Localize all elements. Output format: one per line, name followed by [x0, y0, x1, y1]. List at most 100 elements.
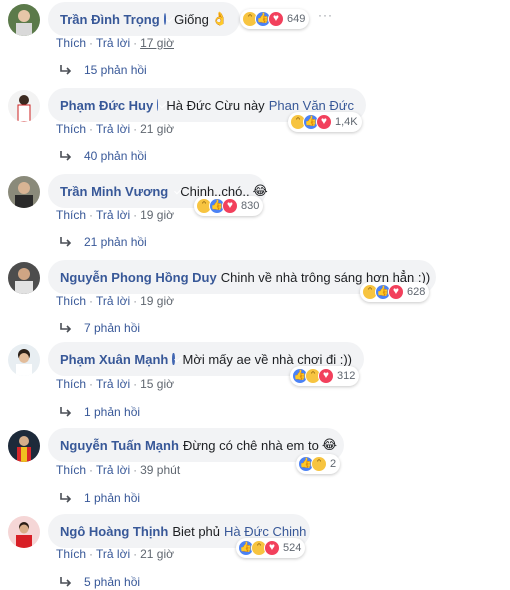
reaction-count: 1,4K	[335, 116, 358, 128]
like-link[interactable]: Thích	[56, 122, 86, 136]
reaction-summary[interactable]: 👍 ᵔ ♥ 312	[290, 366, 360, 386]
reaction-summary[interactable]: ᵔ 👍 ♥ 830	[194, 196, 264, 216]
haha-reaction-icon: ᵔ	[311, 456, 327, 472]
reaction-count: 830	[241, 200, 260, 212]
love-reaction-icon: ♥	[318, 368, 334, 384]
reaction-summary[interactable]: ᵔ 👍 ♥ 649	[240, 9, 310, 29]
reply-arrow-icon	[60, 151, 72, 161]
reaction-count: 312	[337, 370, 356, 382]
avatar[interactable]	[8, 262, 40, 294]
view-replies-link[interactable]: 5 phản hồi	[60, 575, 140, 589]
comment-actions: Thích · Trả lời · 17 giờ	[56, 36, 174, 50]
reaction-count: 2	[330, 458, 337, 470]
more-options-icon[interactable]: ···	[318, 8, 333, 22]
reaction-count: 628	[407, 286, 426, 298]
like-link[interactable]: Thích	[56, 547, 86, 561]
love-reaction-icon: ♥	[388, 284, 404, 300]
view-replies-link[interactable]: 1 phản hồi	[60, 491, 140, 505]
comment: Trần Đình Trọng Giống 👌 ᵔ 👍 ♥ 649 ··· Th…	[0, 0, 510, 86]
comment-actions: Thích · Trả lời · 39 phút	[56, 463, 181, 477]
reply-arrow-icon	[60, 323, 72, 333]
comment-actions: Thích · Trả lời · 19 giờ	[56, 294, 174, 308]
comment-actions: Thích · Trả lời · 19 giờ	[56, 208, 174, 222]
verified-badge-icon	[172, 353, 175, 365]
mention-link[interactable]: Hà Đức Chinh	[224, 524, 306, 539]
love-reaction-icon: ♥	[268, 11, 284, 27]
like-link[interactable]: Thích	[56, 294, 86, 308]
replies-count: 1 phản hồi	[84, 491, 141, 505]
reply-link[interactable]: Trả lời	[96, 208, 130, 222]
like-link[interactable]: Thích	[56, 208, 86, 222]
comment: Ngô Hoàng Thịnh Biet phủ Hà Đức Chinh 👍 …	[0, 514, 510, 590]
comment: Nguyễn Tuấn Mạnh Đừng có chê nhà em to 😂…	[0, 428, 510, 514]
reply-arrow-icon	[60, 493, 72, 503]
replies-count: 15 phản hồi	[84, 63, 147, 77]
comment-text: Biet phủ	[172, 523, 221, 539]
comment-bubble: Trần Đình Trọng Giống 👌	[48, 2, 240, 36]
commenter-name[interactable]: Phạm Xuân Mạnh	[60, 352, 168, 367]
commenter-name[interactable]: Phạm Đức Huy	[60, 98, 153, 113]
view-replies-link[interactable]: 21 phản hồi	[60, 235, 147, 249]
reaction-summary[interactable]: ᵔ 👍 ♥ 1,4K	[288, 112, 362, 132]
comment-text: Hà Đức Cừu này	[166, 97, 265, 113]
comment-time[interactable]: 21 giờ	[140, 547, 174, 561]
verified-badge-icon	[163, 13, 167, 25]
replies-count: 7 phản hồi	[84, 321, 141, 335]
comment: Phạm Đức Huy Hà Đức Cừu này Phan Văn Đức…	[0, 86, 510, 172]
comment-actions: Thích · Trả lời · 15 giờ	[56, 377, 174, 391]
view-replies-link[interactable]: 15 phản hồi	[60, 63, 147, 77]
avatar[interactable]	[8, 516, 40, 548]
comment: Phạm Xuân Mạnh Mời mấy ae về nhà chơi đi…	[0, 342, 510, 430]
comment-actions: Thích · Trả lời · 21 giờ	[56, 122, 174, 136]
mention-link[interactable]: Phan Văn Đức	[269, 98, 354, 113]
comment-time[interactable]: 19 giờ	[140, 208, 174, 222]
view-replies-link[interactable]: 7 phản hồi	[60, 321, 140, 335]
love-reaction-icon: ♥	[264, 540, 280, 556]
reaction-summary[interactable]: 👍 ᵔ 2	[296, 454, 341, 474]
reply-link[interactable]: Trả lời	[96, 377, 130, 391]
comment: Nguyễn Phong Hồng Duy Chinh về nhà trông…	[0, 258, 510, 344]
view-replies-link[interactable]: 1 phản hồi	[60, 405, 140, 419]
reply-arrow-icon	[60, 577, 72, 587]
comment-time[interactable]: 21 giờ	[140, 122, 174, 136]
reaction-summary[interactable]: 👍 ᵔ ♥ 524	[236, 538, 306, 558]
love-reaction-icon: ♥	[316, 114, 332, 130]
comment-text: Giống	[174, 11, 209, 27]
avatar[interactable]	[8, 4, 40, 36]
reaction-summary[interactable]: ᵔ 👍 ♥ 628	[360, 282, 430, 302]
reply-arrow-icon	[60, 407, 72, 417]
comment-actions: Thích · Trả lời · 21 giờ	[56, 547, 174, 561]
like-link[interactable]: Thích	[56, 377, 86, 391]
commenter-name[interactable]: Trần Minh Vương	[60, 184, 168, 199]
reply-link[interactable]: Trả lời	[96, 547, 130, 561]
replies-count: 40 phản hồi	[84, 149, 147, 163]
commenter-name[interactable]: Nguyễn Tuấn Mạnh	[60, 438, 179, 453]
reply-link[interactable]: Trả lời	[96, 36, 130, 50]
avatar[interactable]	[8, 176, 40, 208]
ok-hand-icon: 👌	[211, 11, 228, 26]
reply-link[interactable]: Trả lời	[96, 122, 130, 136]
commenter-name[interactable]: Nguyễn Phong Hồng Duy	[60, 270, 217, 285]
avatar[interactable]	[8, 430, 40, 462]
avatar[interactable]	[8, 90, 40, 122]
comment-time[interactable]: 15 giờ	[140, 377, 174, 391]
view-replies-link[interactable]: 40 phản hồi	[60, 149, 147, 163]
commenter-name[interactable]: Ngô Hoàng Thịnh	[60, 524, 168, 539]
commenter-name[interactable]: Trần Đình Trọng	[60, 12, 160, 27]
comment-time[interactable]: 19 giờ	[140, 294, 174, 308]
reply-link[interactable]: Trả lời	[96, 463, 130, 477]
laughing-emoji-icon: 😂	[321, 437, 338, 452]
reaction-count: 524	[283, 542, 302, 554]
reaction-count: 649	[287, 13, 306, 25]
verified-badge-icon	[157, 99, 159, 111]
avatar[interactable]	[8, 344, 40, 376]
comment-text: Mời mấy ae về nhà chơi đi :))	[182, 351, 353, 367]
comment-time[interactable]: 39 phút	[140, 463, 180, 477]
comment-text: Đừng có chê nhà em to	[182, 437, 319, 453]
comment-time[interactable]: 17 giờ	[140, 36, 174, 50]
reply-arrow-icon	[60, 237, 72, 247]
replies-count: 21 phản hồi	[84, 235, 147, 249]
like-link[interactable]: Thích	[56, 36, 86, 50]
reply-link[interactable]: Trả lời	[96, 294, 130, 308]
like-link[interactable]: Thích	[56, 463, 86, 477]
